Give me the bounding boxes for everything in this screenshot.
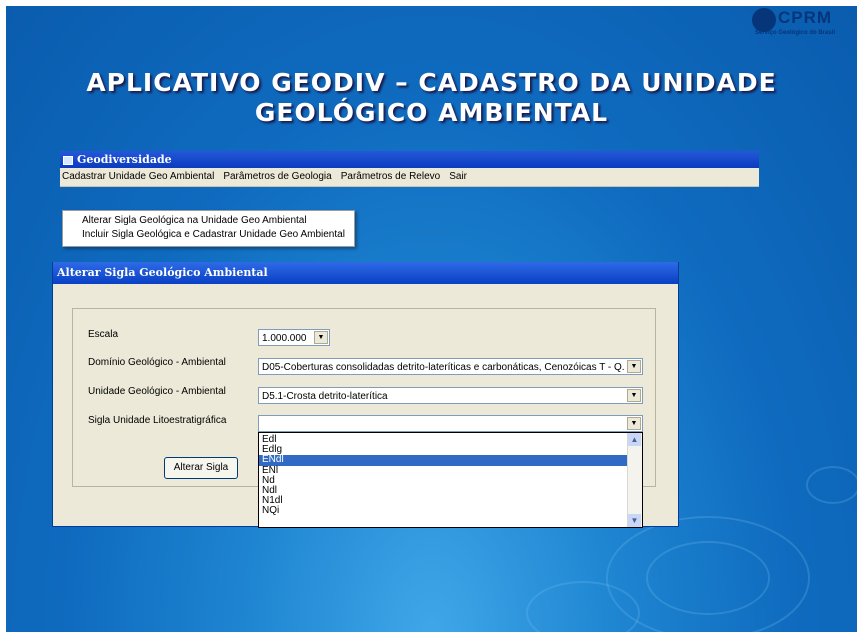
slide-title-line-1: APLICATIVO GEODIV – CADASTRO DA UNIDADE [86, 68, 777, 97]
escala-select[interactable]: 1.000.000 ▼ [258, 329, 330, 346]
list-item-selected[interactable]: ENdl [259, 455, 642, 466]
cadastrar-submenu: Alterar Sigla Geológica na Unidade Geo A… [62, 210, 355, 247]
scroll-up-icon[interactable]: ▲ [628, 433, 641, 446]
list-item[interactable]: Edl [259, 434, 642, 445]
alterar-sigla-dialog: Alterar Sigla Geológico Ambiental Escala… [52, 262, 679, 528]
escala-label: Escala [88, 329, 119, 340]
sigla-dropdown-list: Edl Edlg ENdl ENl Nd Ndl N1dl NQi ▲ ▼ [258, 432, 643, 528]
submenu-item-alterar[interactable]: Alterar Sigla Geológica na Unidade Geo A… [63, 214, 354, 228]
logo-subtitle: Serviço Geológico do Brasil [755, 30, 836, 36]
dominio-label: Domínio Geológico - Ambiental [88, 357, 226, 368]
logo-text: CPRM [778, 8, 833, 27]
list-item[interactable]: Edlg [259, 445, 642, 455]
logo-circle-icon [752, 8, 776, 32]
menu-sair[interactable]: Sair [449, 171, 467, 182]
dominio-value: D05-Coberturas consolidadas detrito-late… [262, 362, 625, 373]
chevron-down-icon[interactable]: ▼ [314, 331, 328, 344]
list-item[interactable]: Ndl [259, 485, 642, 496]
sigla-select[interactable]: ▼ [258, 415, 643, 432]
decorative-ripple [806, 466, 857, 504]
dialog-titlebar[interactable]: Alterar Sigla Geológico Ambiental [53, 262, 678, 284]
app-menubar: Cadastrar Unidade Geo Ambiental Parâmetro… [60, 168, 759, 187]
submenu-item-incluir[interactable]: Incluir Sigla Geológica e Cadastrar Unid… [63, 228, 354, 242]
chevron-down-icon[interactable]: ▼ [627, 389, 641, 402]
cprm-logo: CPRM Serviço Geológico do Brasil [752, 8, 857, 44]
unidade-label: Unidade Geológico - Ambiental [88, 386, 226, 397]
app-window-icon [63, 155, 73, 165]
list-item[interactable]: Nd [259, 475, 642, 486]
menu-cadastrar[interactable]: Cadastrar Unidade Geo Ambiental [62, 171, 214, 182]
dropdown-scrollbar[interactable]: ▲ ▼ [627, 433, 642, 527]
scroll-down-icon[interactable]: ▼ [628, 514, 641, 527]
list-item[interactable]: N1dl [259, 496, 642, 506]
slide-title-line-2: GEOLÓGICO AMBIENTAL [254, 98, 609, 127]
sigla-label: Sigla Unidade Litoestratigráfica [88, 415, 227, 426]
list-item[interactable]: NQi [259, 506, 642, 516]
unidade-select[interactable]: D5.1-Crosta detrito-laterítica ▼ [258, 387, 643, 404]
alterar-sigla-button[interactable]: Alterar Sigla [164, 457, 238, 479]
chevron-down-icon[interactable]: ▼ [627, 360, 641, 373]
decorative-ripple [646, 541, 770, 615]
app-title: Geodiversidade [77, 153, 172, 166]
app-titlebar[interactable]: Geodiversidade [60, 151, 759, 168]
menu-parametros-relevo[interactable]: Parâmetros de Relevo [341, 171, 441, 182]
unidade-value: D5.1-Crosta detrito-laterítica [262, 391, 388, 402]
list-item[interactable]: ENl [259, 465, 642, 476]
escala-value: 1.000.000 [262, 333, 307, 344]
slide-title: APLICATIVO GEODIV – CADASTRO DA UNIDADE … [6, 68, 857, 128]
chevron-down-icon[interactable]: ▼ [627, 417, 641, 430]
dominio-select[interactable]: D05-Coberturas consolidadas detrito-late… [258, 358, 643, 375]
app-window: Geodiversidade Cadastrar Unidade Geo Amb… [60, 151, 759, 193]
menu-parametros-geologia[interactable]: Parâmetros de Geologia [223, 171, 331, 182]
